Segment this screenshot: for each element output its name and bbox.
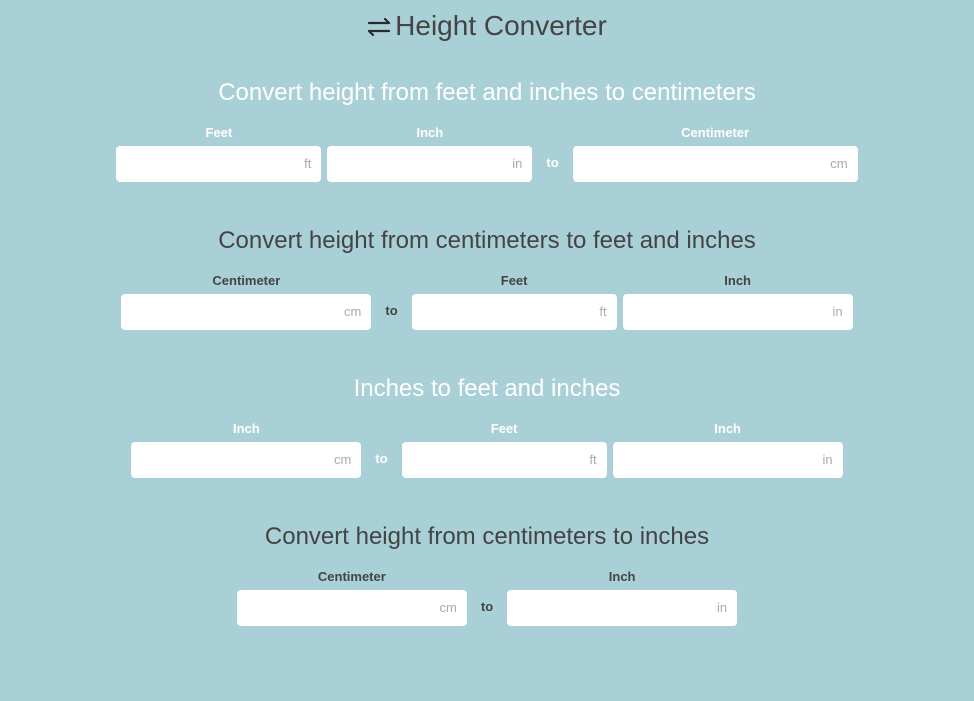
label-inch: Inch [233,421,260,436]
input-wrap-inch: in [613,442,843,478]
to-label: to [377,303,405,318]
input-wrap-feet: ft [412,294,617,330]
section-cm-to-inch: Convert height from centimeters to inche… [0,523,974,626]
section-title: Convert height from centimeters to inche… [0,523,974,551]
exchange-icon [367,12,393,44]
input-wrap-inch: in [327,146,532,182]
field-cm: Centimeter cm [237,569,467,626]
input-feet[interactable] [402,442,607,478]
input-wrap-inch: in [507,590,737,626]
input-inch[interactable] [327,146,532,182]
field-feet: Feet ft [412,273,617,330]
section-cm-to-ftinch: Convert height from centimeters to feet … [0,227,974,330]
input-inch-in[interactable] [131,442,361,478]
field-feet: Feet ft [402,421,607,478]
label-feet: Feet [205,125,232,140]
field-feet: Feet ft [116,125,321,182]
section-ftinch-to-cm: Convert height from feet and inches to c… [0,79,974,182]
converter-row: Feet ft Inch in to Centimeter cm [0,125,974,182]
field-cm: Centimeter cm [573,125,858,182]
input-cm[interactable] [237,590,467,626]
input-wrap-cm: cm [237,590,467,626]
field-inch: Inch in [327,125,532,182]
input-cm[interactable] [573,146,858,182]
input-inch[interactable] [623,294,853,330]
input-inch-out[interactable] [613,442,843,478]
label-cm: Centimeter [318,569,386,584]
page-title: Height Converter [0,10,974,44]
converter-row: Inch cm to Feet ft Inch in [0,421,974,478]
input-feet[interactable] [116,146,321,182]
section-title: Inches to feet and inches [0,375,974,403]
input-wrap-inch: cm [131,442,361,478]
page-title-text: Height Converter [395,10,607,41]
field-inch-in: Inch cm [131,421,361,478]
input-wrap-inch: in [623,294,853,330]
input-feet[interactable] [412,294,617,330]
label-cm: Centimeter [681,125,749,140]
field-inch: Inch in [623,273,853,330]
converter-row: Centimeter cm to Feet ft Inch in [0,273,974,330]
to-label: to [367,451,395,466]
section-title: Convert height from centimeters to feet … [0,227,974,255]
field-inch-out: Inch in [613,421,843,478]
input-cm[interactable] [121,294,371,330]
label-feet: Feet [491,421,518,436]
label-inch: Inch [724,273,751,288]
to-label: to [473,599,501,614]
section-title: Convert height from feet and inches to c… [0,79,974,107]
converter-row: Centimeter cm to Inch in [0,569,974,626]
label-inch: Inch [416,125,443,140]
label-cm: Centimeter [212,273,280,288]
input-wrap-feet: ft [402,442,607,478]
input-inch[interactable] [507,590,737,626]
input-wrap-cm: cm [573,146,858,182]
input-wrap-cm: cm [121,294,371,330]
label-inch: Inch [714,421,741,436]
field-inch: Inch in [507,569,737,626]
field-cm: Centimeter cm [121,273,371,330]
input-wrap-feet: ft [116,146,321,182]
label-feet: Feet [501,273,528,288]
label-inch: Inch [609,569,636,584]
section-inch-to-ftinch: Inches to feet and inches Inch cm to Fee… [0,375,974,478]
to-label: to [538,155,566,170]
